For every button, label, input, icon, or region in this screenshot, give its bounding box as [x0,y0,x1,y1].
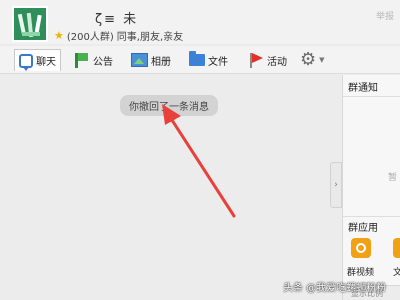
watermark: 头条 @我爱吃螺蛳粉粉 [283,283,387,294]
video-icon[interactable] [351,238,371,258]
tab-files-label: 文件 [208,56,228,68]
settings-button[interactable]: ⚙ ▼ [300,49,325,71]
star-icon: ★ [54,29,64,42]
divider [343,216,400,217]
chat-message-area[interactable]: 你撤回了一条消息 [0,75,333,300]
photo-icon [131,53,148,67]
chevron-right-icon: › [334,180,338,190]
document-icon[interactable] [393,238,400,258]
flag-icon [74,52,90,68]
recall-system-message: 你撤回了一条消息 [120,95,218,116]
group-notice-title: 群通知 [348,83,378,94]
red-flag-icon [248,52,264,68]
group-avatar[interactable] [12,6,48,42]
group-side-panel: 群通知 暂 群应用 群视频 文 显示比例 [342,75,400,300]
member-count: (200人群) [66,32,114,43]
chat-bubble-icon [19,53,33,71]
group-toolbar: 聊天 公告 相册 文件 活动 ⚙ ▼ [0,46,400,74]
folder-icon [189,51,205,66]
tab-album[interactable]: 相册 [131,49,171,71]
tab-activity-label: 活动 [267,56,287,68]
divider [343,96,400,97]
tab-activity[interactable]: 活动 [248,49,287,71]
report-link[interactable]: 举报 [376,9,394,22]
group-description: ★ (200人群) 同事,朋友,亲友 [54,28,183,43]
group-name[interactable]: ζ≡ 未 [95,8,138,27]
tab-notice-label: 公告 [93,56,113,68]
notice-empty-hint: 暂 [387,173,397,183]
group-tags: 同事,朋友,亲友 [116,32,184,43]
tab-chat[interactable]: 聊天 [14,49,61,71]
tab-chat-label: 聊天 [36,57,56,68]
chat-window-header: ζ≡ 未 ★ (200人群) 同事,朋友,亲友 举报 [0,0,400,44]
app-doc-label[interactable]: 文 [393,265,400,278]
tab-files[interactable]: 文件 [189,49,228,71]
gear-icon: ⚙ [300,49,317,70]
chevron-down-icon: ▼ [319,56,325,64]
tab-album-label: 相册 [151,56,171,68]
group-apps-title: 群应用 [348,223,378,234]
collapse-panel-button[interactable]: › [330,162,342,208]
tab-notice[interactable]: 公告 [74,49,113,71]
app-video-label[interactable]: 群视频 [347,265,374,278]
